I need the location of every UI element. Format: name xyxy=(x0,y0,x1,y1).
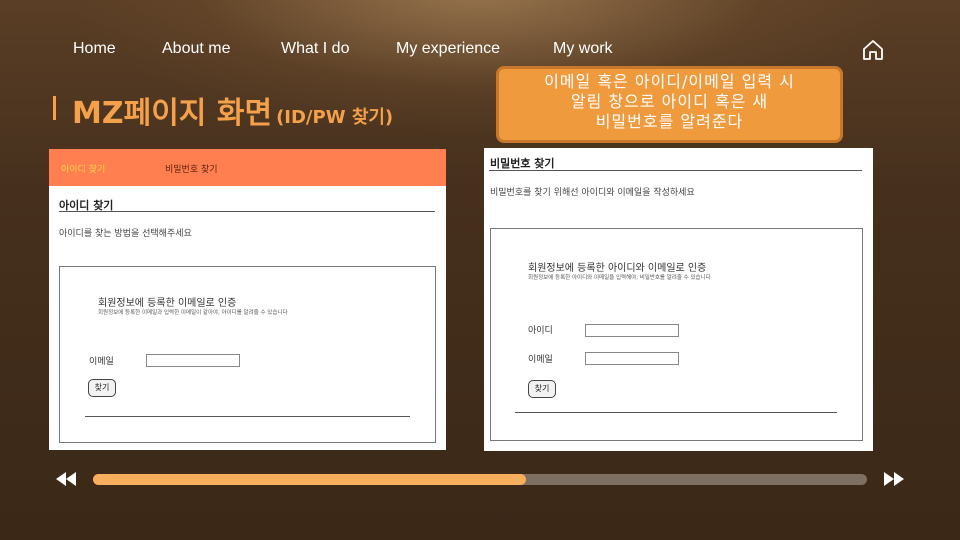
tab-find-password[interactable]: 비밀번호 찾기 xyxy=(165,162,218,175)
id-field[interactable] xyxy=(585,324,679,337)
callout-line: 이메일 혹은 아이디/이메일 입력 시 xyxy=(544,72,795,91)
callout-line: 알림 창으로 아이디 혹은 새 xyxy=(570,92,769,111)
progress-track[interactable] xyxy=(93,474,867,485)
find-password-button[interactable]: 찾기 xyxy=(528,380,556,398)
find-id-box-desc: 회원정보에 등록한 이메일과 입력한 이메일이 같아야, 아이디를 알려줄 수 … xyxy=(98,310,288,316)
find-id-description: 아이디를 찾는 방법을 선택해주세요 xyxy=(59,229,192,239)
nav-item-home[interactable]: Home xyxy=(73,40,116,58)
find-password-box-desc: 회원정보에 등록한 아이디와 이메일을 입력해야, 비밀번호를 알려줄 수 있습… xyxy=(528,275,711,281)
home-icon[interactable] xyxy=(861,38,885,62)
page-title: MZ페이지 화면 (ID/PW 찾기) xyxy=(72,88,393,132)
email-label: 이메일 xyxy=(528,355,553,365)
section-divider xyxy=(489,170,862,171)
id-label: 아이디 xyxy=(528,326,553,336)
callout-line: 비밀번호를 알려준다 xyxy=(595,112,744,131)
form-divider xyxy=(85,416,410,417)
section-divider xyxy=(59,211,435,212)
nav-item-what-i-do[interactable]: What I do xyxy=(281,40,349,58)
find-id-form-box: 회원정보에 등록한 이메일로 인증 회원정보에 등록한 이메일과 입력한 이메일… xyxy=(59,266,436,443)
fast-forward-icon[interactable] xyxy=(882,471,906,487)
find-id-button[interactable]: 찾기 xyxy=(88,379,116,397)
rewind-icon[interactable] xyxy=(54,471,78,487)
nav-item-about-me[interactable]: About me xyxy=(162,40,230,58)
find-password-description: 비밀번호를 찾기 위해선 아이디와 이메일을 작성하세요 xyxy=(490,188,695,198)
nav-item-my-experience[interactable]: My experience xyxy=(396,40,500,58)
email-field[interactable] xyxy=(146,354,240,367)
find-password-panel: 비밀번호 찾기 비밀번호를 찾기 위해선 아이디와 이메일을 작성하세요 회원정… xyxy=(484,148,873,451)
title-accent-bar xyxy=(53,96,56,120)
find-password-box-title: 회원정보에 등록한 아이디와 이메일로 인증 xyxy=(528,263,707,274)
email-field[interactable] xyxy=(585,352,679,365)
page-title-sub: (ID/PW 찾기) xyxy=(276,107,394,128)
nav-item-my-work[interactable]: My work xyxy=(553,40,613,58)
find-id-box-title: 회원정보에 등록한 이메일로 인증 xyxy=(98,298,237,309)
find-password-section-title: 비밀번호 찾기 xyxy=(490,157,555,170)
progress-fill xyxy=(93,474,527,485)
find-password-form-box: 회원정보에 등록한 아이디와 이메일로 인증 회원정보에 등록한 아이디와 이메… xyxy=(490,228,863,441)
slide: Home About me What I do My experience My… xyxy=(0,0,960,540)
find-tabbar: 아이디 찾기 비밀번호 찾기 xyxy=(49,149,446,186)
form-divider xyxy=(515,412,837,413)
page-title-main: MZ페이지 화면 xyxy=(72,96,273,131)
top-nav: Home About me What I do My experience My… xyxy=(0,40,960,62)
tab-find-id[interactable]: 아이디 찾기 xyxy=(61,162,105,175)
callout-note: 이메일 혹은 아이디/이메일 입력 시 알림 창으로 아이디 혹은 새 비밀번호… xyxy=(496,66,843,143)
email-label: 이메일 xyxy=(89,357,114,367)
find-id-panel: 아이디 찾기 비밀번호 찾기 아이디 찾기 아이디를 찾는 방법을 선택해주세요… xyxy=(49,149,446,450)
